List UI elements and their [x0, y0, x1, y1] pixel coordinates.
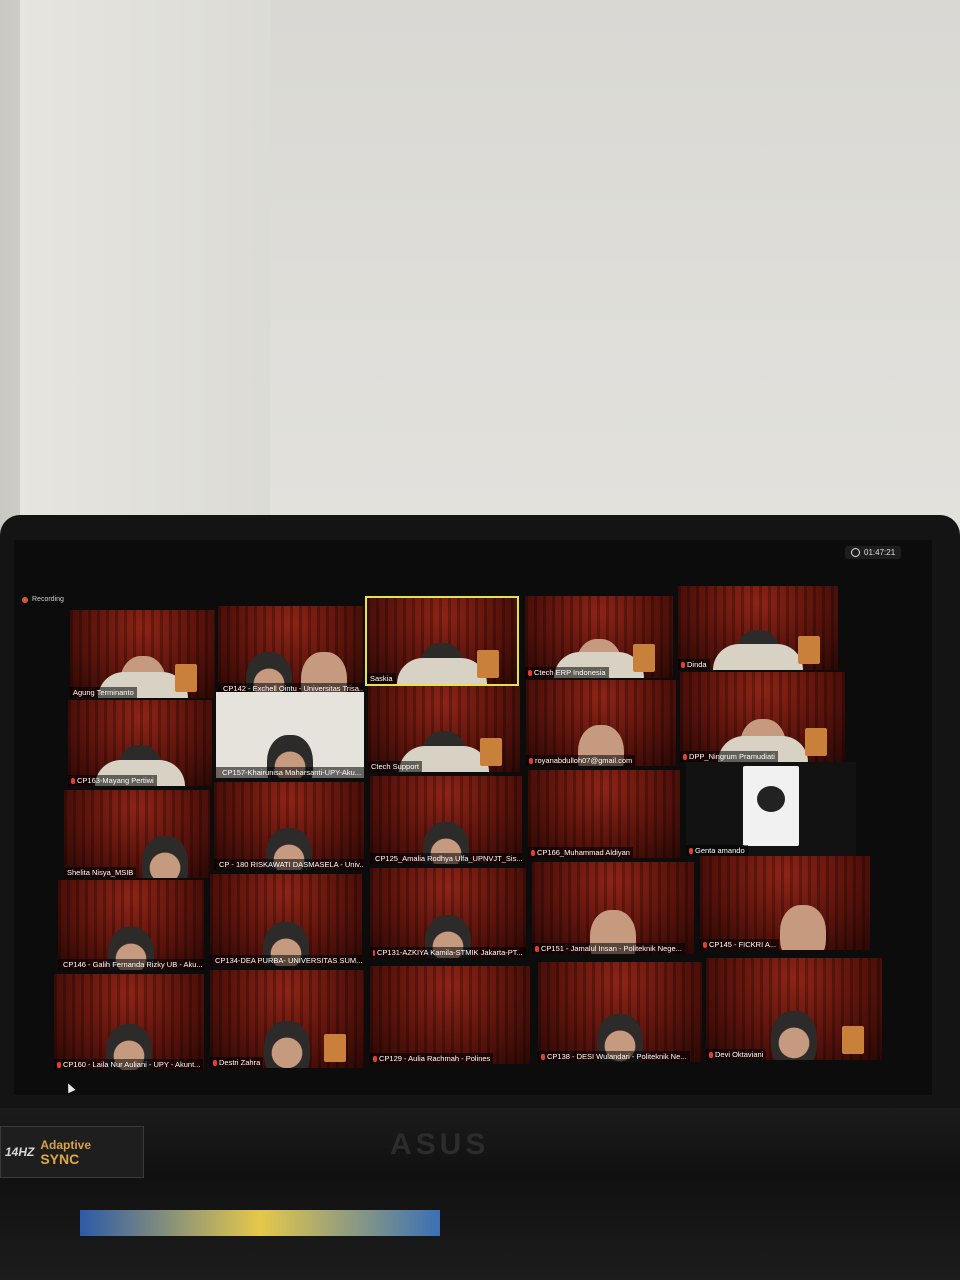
participant-name: CP157-Khairunisa Maharsanti-UPY-Aku... — [216, 767, 364, 778]
participant-name: CP125_Amalia Rodhya Ulfa_UPNVJT_Sis... — [370, 853, 522, 864]
mic-muted-icon — [373, 949, 375, 956]
mic-muted-icon — [535, 945, 539, 952]
refresh-rate-label: 14HZ — [5, 1145, 35, 1159]
video-tile[interactable]: Ctech ERP Indonesia — [525, 596, 673, 678]
wall-beam — [20, 0, 270, 570]
timer-value: 01:47:21 — [864, 548, 896, 557]
video-tile[interactable]: Destri Zahra — [210, 970, 364, 1068]
video-tile[interactable]: royanabdulloh07@gmail.com — [526, 680, 676, 766]
mic-muted-icon — [219, 769, 221, 776]
mic-muted-icon — [71, 777, 75, 784]
recording-label: Recording — [32, 596, 64, 603]
participant-video — [771, 1011, 817, 1060]
participant-name: Agung Terminanto — [70, 687, 137, 698]
meeting-timer: 01:47:21 — [845, 546, 902, 559]
video-tile[interactable]: CP142 - Exchell Ointu - Universitas Tris… — [218, 606, 363, 694]
participant-name: CP138 - DESI Wulandari - Politeknik Ne..… — [538, 1051, 690, 1062]
video-tile[interactable]: Agung Terminanto — [70, 610, 215, 698]
record-dot-icon — [22, 596, 28, 603]
participant-name: CP129 - Aulia Rachmah - Polines — [370, 1053, 494, 1064]
video-tile[interactable]: Genta amando — [686, 762, 856, 856]
participant-name: Genta amando — [686, 845, 748, 856]
adaptive-label: Adaptive — [40, 1137, 92, 1152]
participant-name: Destri Zahra — [210, 1057, 264, 1068]
mic-muted-icon — [709, 1051, 713, 1058]
mic-muted-icon — [681, 661, 685, 668]
participant-name: Ctech ERP Indonesia — [525, 667, 609, 678]
video-tile[interactable]: CP129 - Aulia Rachmah - Polines — [370, 966, 530, 1064]
participant-name: CP166_Muhammad Aldiyan — [528, 847, 633, 858]
participant-name: CP151 - Jamalul Insan - Politeknik Nege.… — [532, 943, 685, 954]
mic-muted-icon — [529, 757, 533, 764]
video-tile[interactable]: CP163-Mayang Pertiwi — [68, 700, 212, 786]
mic-muted-icon — [703, 941, 707, 948]
mic-muted-icon — [541, 1053, 545, 1060]
participant-name: CP160 - Laila Nur Auliani - UPY - Akunt.… — [54, 1059, 204, 1070]
mic-muted-icon — [57, 1061, 61, 1068]
mic-muted-icon — [373, 1055, 377, 1062]
participant-name: Shelita Nisya_MSIB — [64, 867, 137, 878]
video-tile[interactable]: CP - 180 RISKAWATI DASMASELA - Univ... — [214, 782, 364, 870]
participant-video — [780, 904, 826, 950]
participant-name: CP131-AZKIYA Kamila-STMIK Jakarta-PT... — [370, 947, 526, 958]
video-tile-active-speaker[interactable]: Saskia — [365, 596, 519, 686]
participant-name: CP134-DEA PURBA- UNIVERSITAS SUM... — [210, 955, 362, 966]
video-tile[interactable]: CP166_Muhammad Aldiyan — [528, 770, 680, 858]
mic-muted-icon — [213, 1059, 217, 1066]
desk-object — [80, 1210, 440, 1236]
mic-muted-icon — [528, 669, 532, 676]
participant-name: Dinda — [678, 659, 710, 670]
video-tile[interactable]: CP138 - DESI Wulandari - Politeknik Ne..… — [538, 962, 702, 1062]
video-tile[interactable]: CP157-Khairunisa Maharsanti-UPY-Aku... — [216, 692, 364, 778]
video-tile[interactable]: CP134-DEA PURBA- UNIVERSITAS SUM... — [210, 874, 362, 966]
participant-name: royanabdulloh07@gmail.com — [526, 755, 636, 766]
mic-muted-icon — [531, 849, 535, 856]
video-tile[interactable]: CP145 - FICKRI A... — [700, 856, 870, 950]
video-tile[interactable]: CP125_Amalia Rodhya Ulfa_UPNVJT_Sis... — [370, 776, 522, 864]
brand-logo: ASUS — [390, 1128, 490, 1161]
participant-video — [142, 835, 188, 878]
participant-name: Devi Oktaviani — [706, 1049, 767, 1060]
avatar — [743, 766, 799, 846]
recording-indicator: Recording — [22, 596, 64, 603]
clock-icon — [851, 548, 860, 557]
video-tile[interactable]: CP160 - Laila Nur Auliani - UPY - Akunt.… — [54, 974, 204, 1070]
video-tile[interactable]: Dinda — [678, 586, 838, 670]
video-tile[interactable]: Ctech Support — [368, 686, 520, 772]
display-badge: 14HZ Adaptive SYNC — [0, 1126, 144, 1178]
video-tile[interactable]: Devi Oktaviani — [706, 958, 882, 1060]
participant-name: DPP_Ningrum Pramudiati — [680, 751, 778, 762]
participant-name: Ctech Support — [368, 761, 422, 772]
video-tile[interactable]: DPP_Ningrum Pramudiati — [680, 672, 845, 762]
video-tile[interactable]: CP131-AZKIYA Kamila-STMIK Jakarta-PT... — [370, 868, 526, 958]
video-tile[interactable]: Shelita Nisya_MSIB — [64, 790, 210, 878]
video-tile[interactable]: CP146 - Galih Fernanda Rizky UB - Aku... — [58, 880, 204, 970]
mic-muted-icon — [683, 753, 687, 760]
video-tile[interactable]: CP151 - Jamalul Insan - Politeknik Nege.… — [532, 862, 694, 954]
participant-name: CP146 - Galih Fernanda Rizky UB - Aku... — [58, 959, 204, 970]
sync-label: SYNC — [40, 1150, 80, 1167]
participant-name: CP - 180 RISKAWATI DASMASELA - Univ... — [214, 859, 364, 870]
participant-video — [264, 1020, 310, 1068]
participant-name: CP145 - FICKRI A... — [700, 939, 780, 950]
participant-name: CP163-Mayang Pertiwi — [68, 775, 157, 786]
mic-muted-icon — [689, 847, 693, 854]
participant-name: Saskia — [367, 673, 396, 684]
